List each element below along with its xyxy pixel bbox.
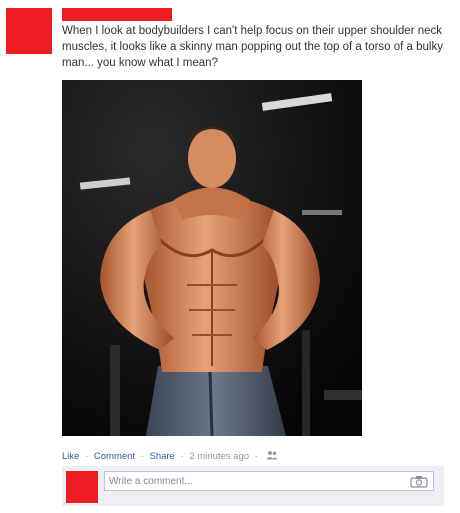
comment-input[interactable] [104,471,434,491]
comment-link[interactable]: Comment [94,451,135,462]
poster-name-redacted[interactable] [62,8,172,21]
separator: · [254,451,258,463]
post-text: When I look at bodybuilders I can't help… [62,25,443,69]
commenter-avatar-redacted [66,471,98,503]
share-link[interactable]: Share [150,451,175,462]
separator: · [85,451,89,463]
post-photo[interactable] [62,80,362,436]
poster-avatar-redacted[interactable] [6,8,52,54]
separator: · [180,451,184,463]
people-icon[interactable] [266,450,278,463]
comment-box [62,466,444,506]
post-actions: Like · Comment · Share · 2 minutes ago · [62,450,278,463]
separator: · [140,451,144,463]
post-timestamp[interactable]: 2 minutes ago [189,451,249,462]
like-link[interactable]: Like [62,451,79,462]
camera-icon[interactable] [410,475,428,488]
